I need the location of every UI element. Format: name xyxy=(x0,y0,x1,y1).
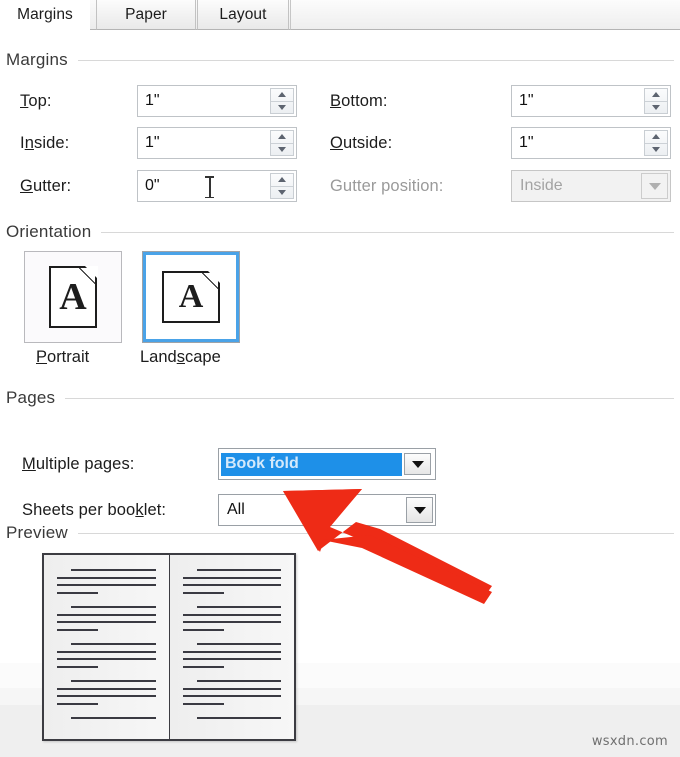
multiple-pages-value: Book fold xyxy=(221,452,402,476)
multiple-pages-combo[interactable]: Book fold xyxy=(218,448,436,480)
sheets-per-booklet-value[interactable]: All xyxy=(219,495,404,525)
orientation-group-label: Orientation xyxy=(6,222,92,241)
tab-strip-empty-area xyxy=(290,0,680,30)
preview-group-label: Preview xyxy=(6,523,68,542)
arrow-up-icon xyxy=(652,92,660,98)
gutter-position-dropdown-button xyxy=(641,173,668,199)
arrow-up-icon xyxy=(278,134,286,140)
multiple-pages-label: Multiple pages: xyxy=(22,455,135,473)
outside-margin-value[interactable]: 1" xyxy=(512,128,644,158)
preview-page-right xyxy=(169,555,294,739)
orientation-option-landscape[interactable]: A xyxy=(142,251,240,343)
arrow-down-icon xyxy=(278,104,286,110)
multiple-pages-dropdown-button[interactable] xyxy=(404,453,431,475)
page-setup-dialog: Paper Layout Margins Margins Top: 1" Bot… xyxy=(0,0,680,757)
bottom-margin-spin-down[interactable] xyxy=(645,102,667,114)
arrow-down-icon xyxy=(652,146,660,152)
landscape-glyph: A xyxy=(178,278,204,315)
bottom-margin-spin-up[interactable] xyxy=(645,89,667,102)
preview-group-divider xyxy=(77,532,674,534)
orientation-group-divider xyxy=(101,231,674,233)
landscape-label: Landscape xyxy=(140,348,221,366)
outside-margin-spin-buttons[interactable] xyxy=(644,130,668,156)
bottom-margin-spinner[interactable]: 1" xyxy=(511,85,671,117)
orientation-option-portrait[interactable]: A xyxy=(24,251,122,343)
gutter-spin-buttons[interactable] xyxy=(270,173,294,199)
multiple-pages-value-wrap[interactable]: Book fold xyxy=(221,451,402,477)
tab-paper-label: Paper xyxy=(125,5,167,23)
portrait-page-icon: A xyxy=(49,265,98,328)
tab-layout-label: Layout xyxy=(219,5,267,23)
page-fold-edge xyxy=(202,272,219,289)
arrow-up-icon xyxy=(278,92,286,98)
pages-group-divider xyxy=(65,397,674,399)
pages-group-label: Pages xyxy=(6,388,56,407)
gutter-spin-down[interactable] xyxy=(271,187,293,199)
preview-book-spread xyxy=(42,553,296,741)
margins-group-divider xyxy=(77,59,674,61)
inside-margin-value[interactable]: 1" xyxy=(138,128,270,158)
tab-margins-label: Margins xyxy=(17,6,73,23)
top-margin-value[interactable]: 1" xyxy=(138,86,270,116)
watermark-text: wsxdn.com xyxy=(591,734,668,749)
gutter-position-value: Inside xyxy=(520,177,563,194)
orientation-group-header: Orientation xyxy=(6,222,674,242)
sheets-per-booklet-combo[interactable]: All xyxy=(218,494,436,526)
sheets-per-booklet-label: Sheets per booklet: xyxy=(22,501,167,519)
arrow-down-icon xyxy=(278,189,286,195)
arrow-up-icon xyxy=(278,177,286,183)
page-fold-edge xyxy=(79,267,96,284)
tab-layout[interactable]: Layout xyxy=(197,0,289,30)
tab-margins[interactable]: Margins xyxy=(0,0,90,30)
chevron-down-icon xyxy=(648,182,661,190)
sheets-per-booklet-dropdown-button[interactable] xyxy=(406,497,433,523)
outside-margin-label: Outside: xyxy=(330,134,393,152)
arrow-down-icon xyxy=(652,104,660,110)
outside-margin-spinner[interactable]: 1" xyxy=(511,127,671,159)
outside-margin-spin-down[interactable] xyxy=(645,144,667,156)
top-margin-spinner[interactable]: 1" xyxy=(137,85,297,117)
outside-margin-spin-up[interactable] xyxy=(645,131,667,144)
gutter-spin-up[interactable] xyxy=(271,174,293,187)
preview-group-header: Preview xyxy=(6,523,674,543)
bottom-margin-spin-buttons[interactable] xyxy=(644,88,668,114)
chevron-down-icon xyxy=(411,460,424,468)
landscape-page-icon: A xyxy=(162,270,221,323)
arrow-up-icon xyxy=(652,134,660,140)
arrow-down-icon xyxy=(278,146,286,152)
gutter-value[interactable]: 0" xyxy=(138,171,270,201)
inside-margin-spin-up[interactable] xyxy=(271,131,293,144)
bottom-margin-value[interactable]: 1" xyxy=(512,86,644,116)
inside-margin-label: Inside: xyxy=(20,134,70,152)
tab-paper[interactable]: Paper xyxy=(96,0,196,30)
top-margin-spin-up[interactable] xyxy=(271,89,293,102)
inside-margin-spin-down[interactable] xyxy=(271,144,293,156)
bottom-margin-label: Bottom: xyxy=(330,92,388,110)
inside-margin-spin-buttons[interactable] xyxy=(270,130,294,156)
gutter-position-combo: Inside xyxy=(511,170,671,202)
top-margin-label: Top: xyxy=(20,92,52,110)
preview-page-left xyxy=(44,555,170,739)
gutter-label: Gutter: xyxy=(20,177,72,195)
inside-margin-spinner[interactable]: 1" xyxy=(137,127,297,159)
pages-group-header: Pages xyxy=(6,388,674,408)
portrait-label: Portrait xyxy=(36,348,90,366)
top-margin-spin-buttons[interactable] xyxy=(270,88,294,114)
gutter-position-label: Gutter position: xyxy=(330,177,444,195)
gutter-spinner[interactable]: 0" xyxy=(137,170,297,202)
margins-group-label: Margins xyxy=(6,50,68,69)
top-margin-spin-down[interactable] xyxy=(271,102,293,114)
margins-group-header: Margins xyxy=(6,50,674,70)
dialog-tab-strip: Paper Layout Margins xyxy=(0,0,680,32)
chevron-down-icon xyxy=(413,506,426,514)
